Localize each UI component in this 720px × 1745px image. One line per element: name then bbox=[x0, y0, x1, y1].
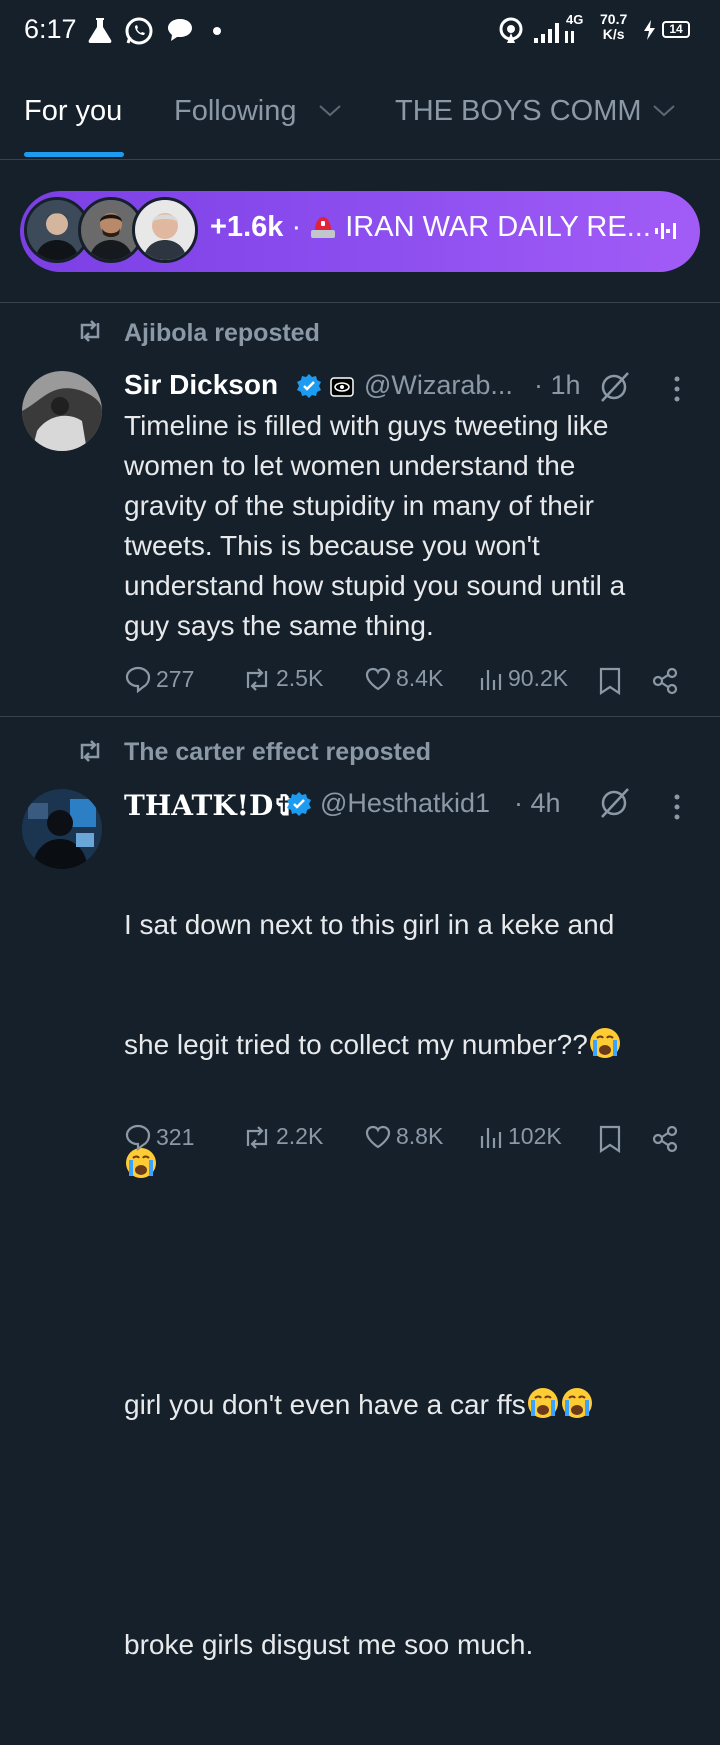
author-name[interactable]: THATK!D✞ bbox=[124, 789, 297, 822]
share-icon[interactable] bbox=[652, 1125, 680, 1153]
views-count: 102K bbox=[508, 1123, 562, 1149]
chat-bubble-icon bbox=[166, 16, 194, 44]
repost-icon bbox=[246, 667, 268, 691]
repost-label[interactable]: Ajibola reposted bbox=[124, 319, 320, 348]
chevron-down-icon[interactable] bbox=[652, 104, 676, 118]
spaces-banner[interactable]: +1.6k · IRAN WAR DAILY RE... bbox=[20, 191, 700, 272]
spaces-listener-count: +1.6k bbox=[210, 211, 284, 243]
tweet-text-span: she legit tried to collect my number?? bbox=[124, 1029, 588, 1060]
share-icon[interactable] bbox=[652, 667, 680, 695]
views-icon bbox=[480, 669, 502, 690]
siren-icon bbox=[309, 212, 337, 240]
grok-icon[interactable] bbox=[598, 787, 630, 819]
views-icon bbox=[480, 1127, 502, 1148]
tab-the-boys-comm[interactable]: THE BOYS COMM bbox=[395, 95, 642, 128]
avatar bbox=[132, 197, 198, 263]
grok-icon[interactable] bbox=[598, 371, 630, 403]
more-options-icon[interactable] bbox=[672, 375, 682, 403]
tweet-text-line: girl you don't even have a car ffs bbox=[124, 1385, 704, 1425]
author-handle[interactable]: @Wizarab... bbox=[364, 370, 513, 401]
like-button[interactable]: 8.8K bbox=[364, 1123, 443, 1150]
network-type: 4G bbox=[566, 12, 584, 27]
heart-icon bbox=[365, 1125, 391, 1148]
repost-icon bbox=[76, 739, 104, 763]
tweet-card[interactable]: Ajibola reposted Sir Dickson @Wizarab...… bbox=[0, 303, 720, 715]
tweet-text-span: girl you don't even have a car ffs bbox=[124, 1389, 526, 1420]
status-time: 6:17 bbox=[24, 14, 77, 44]
tweet-time: · 4h bbox=[514, 788, 561, 818]
flask-icon bbox=[88, 16, 112, 44]
tweet-card[interactable]: The carter effect reposted THATK!D✞ @Hes… bbox=[0, 717, 720, 1660]
tweet-time: · 1h bbox=[534, 370, 581, 400]
reply-count: 321 bbox=[156, 1123, 195, 1150]
repost-count: 2.5K bbox=[276, 665, 324, 691]
repost-icon bbox=[246, 1125, 268, 1149]
tweet-text-line: broke girls disgust me soo much. bbox=[124, 1629, 534, 1660]
battery-icon: 14 bbox=[662, 21, 690, 38]
repost-icon bbox=[76, 319, 104, 343]
author-name[interactable]: Sir Dickson bbox=[124, 369, 278, 401]
crying-emoji-icon bbox=[526, 1386, 560, 1420]
spaces-title: IRAN WAR DAILY RE... bbox=[345, 211, 651, 243]
whatsapp-icon bbox=[124, 16, 154, 46]
avatar[interactable] bbox=[22, 371, 102, 451]
repost-label[interactable]: The carter effect reposted bbox=[124, 738, 431, 767]
bookmark-icon[interactable] bbox=[598, 667, 622, 695]
views-count: 90.2K bbox=[508, 665, 569, 691]
reply-button[interactable]: 277 bbox=[124, 665, 194, 693]
charging-icon bbox=[642, 20, 658, 40]
dot-icon bbox=[213, 27, 221, 35]
spaces-separator: · bbox=[291, 211, 302, 243]
chevron-down-icon[interactable] bbox=[318, 104, 342, 118]
reply-count: 277 bbox=[156, 665, 195, 692]
spaces-title-line: +1.6k · IRAN WAR DAILY RE... bbox=[210, 211, 651, 244]
repost-button[interactable]: 2.5K bbox=[242, 665, 323, 692]
reply-icon bbox=[125, 1124, 151, 1151]
tweet-text-line: she legit tried to collect my number?? bbox=[124, 1025, 704, 1065]
like-button[interactable]: 8.4K bbox=[364, 665, 443, 692]
views-button[interactable]: 90.2K bbox=[478, 665, 568, 692]
tab-for-you[interactable]: For you bbox=[24, 95, 122, 128]
crying-emoji-icon bbox=[560, 1386, 594, 1420]
crying-emoji-icon bbox=[124, 1146, 158, 1180]
repost-count: 2.2K bbox=[276, 1123, 324, 1149]
net-speed-value: 70.7 bbox=[600, 11, 628, 27]
views-button[interactable]: 102K bbox=[478, 1123, 562, 1150]
verified-badge-icon bbox=[286, 791, 312, 817]
tweet-text-spacer bbox=[124, 1505, 704, 1545]
verified-badge-icon bbox=[296, 373, 322, 399]
tweet-text-line: I sat down next to this girl in a keke a… bbox=[124, 909, 615, 940]
author-handle[interactable]: @Hesthatkid1 bbox=[320, 788, 490, 819]
tab-active-indicator bbox=[24, 152, 124, 157]
net-speed-unit: K/s bbox=[602, 26, 625, 42]
tweet-text: Timeline is filled with guys tweeting li… bbox=[124, 410, 626, 641]
affiliate-badge-icon bbox=[330, 377, 354, 397]
like-count: 8.4K bbox=[396, 665, 444, 691]
more-options-icon[interactable] bbox=[672, 793, 682, 821]
net-speed: 70.7 K/s bbox=[600, 12, 627, 42]
status-bar: 6:17 4G 70.7 K/s 14 bbox=[0, 0, 720, 66]
like-count: 8.8K bbox=[396, 1123, 444, 1149]
hotspot-icon bbox=[498, 16, 524, 44]
avatar[interactable] bbox=[22, 789, 102, 869]
bookmark-icon[interactable] bbox=[598, 1125, 622, 1153]
audio-wave-icon bbox=[654, 221, 678, 241]
crying-emoji-icon bbox=[588, 1026, 622, 1060]
reply-icon bbox=[125, 666, 151, 693]
reply-button[interactable]: 321 bbox=[124, 1123, 194, 1151]
tabs-divider bbox=[0, 159, 720, 160]
tweet-text-spacer bbox=[124, 1265, 704, 1305]
heart-icon bbox=[365, 667, 391, 690]
tweet-text: I sat down next to this girl in a keke a… bbox=[124, 825, 704, 1745]
tab-following[interactable]: Following bbox=[174, 95, 297, 128]
repost-button[interactable]: 2.2K bbox=[242, 1123, 323, 1150]
